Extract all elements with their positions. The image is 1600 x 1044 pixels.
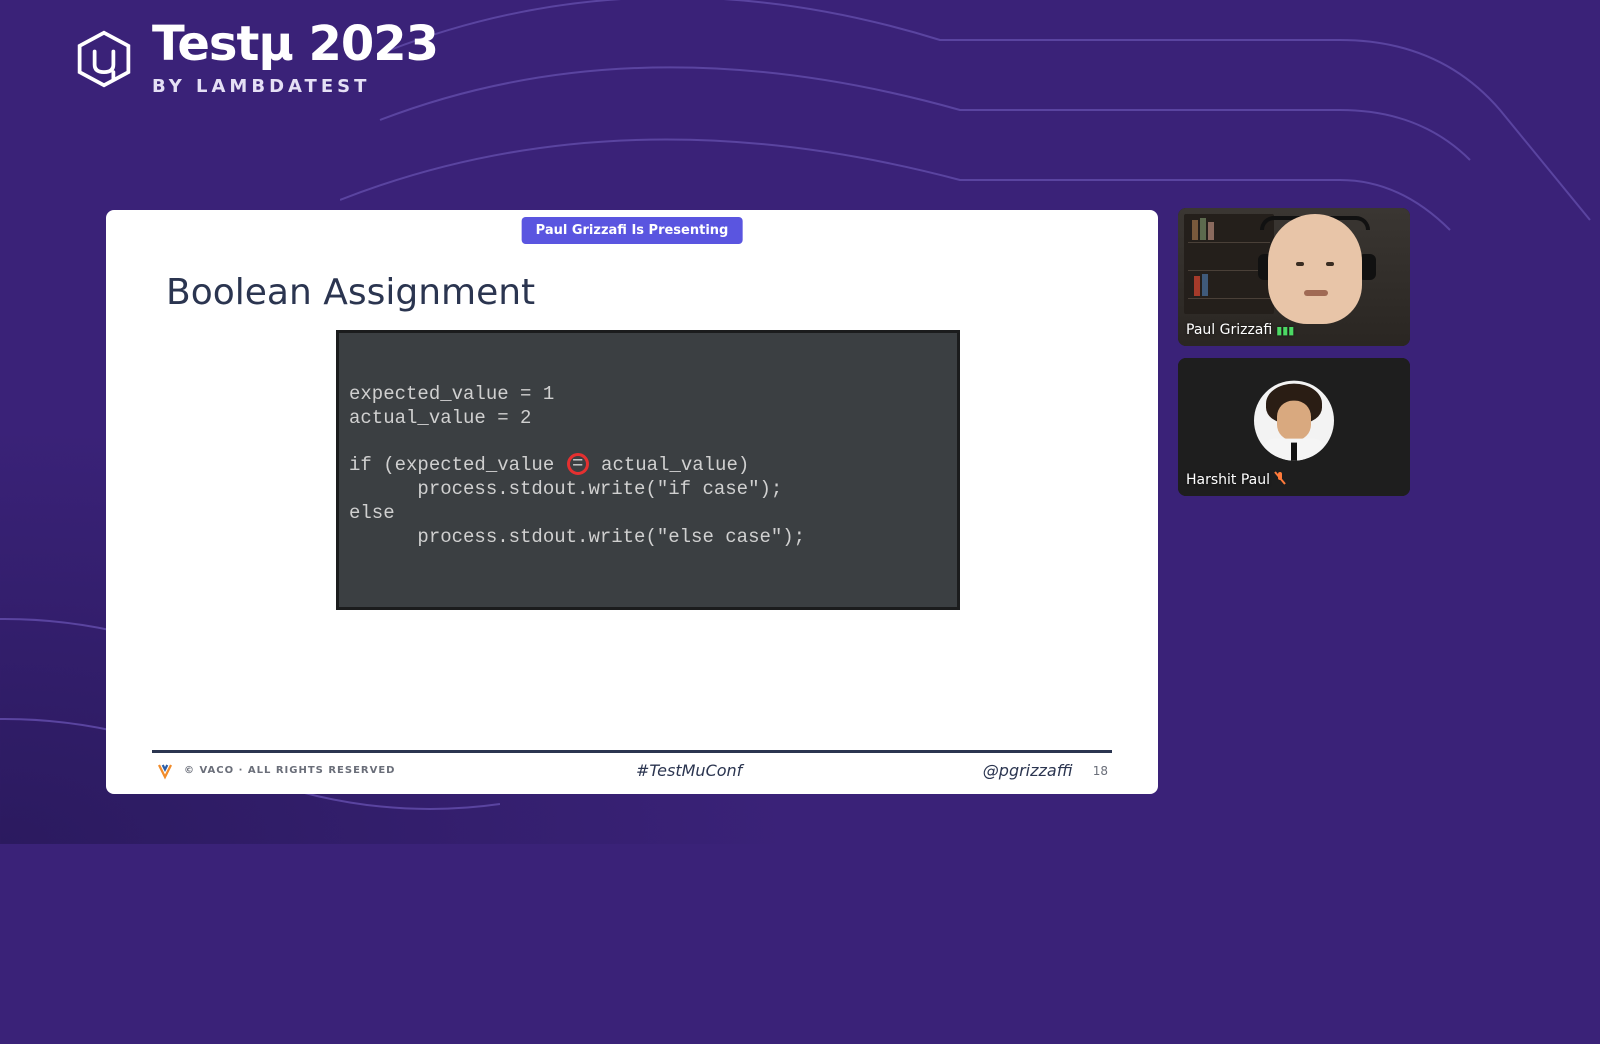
footer-handle: @pgrizzaffi (983, 761, 1073, 780)
slide-title: Boolean Assignment (166, 272, 535, 313)
code-block: expected_value = 1 actual_value = 2 if (… (336, 330, 960, 610)
testmu-logo-icon (74, 29, 134, 89)
brand-title: Testμ 2023 (152, 20, 438, 68)
brand-subtitle: BY LAMBDATEST (152, 76, 438, 97)
footer-page-number: 18 (1093, 764, 1108, 778)
slide-footer: © VACO · ALL RIGHTS RESERVED #TestMuConf… (152, 750, 1112, 780)
participant-tile[interactable]: Harshit Paul (1178, 358, 1410, 496)
footer-hashtag: #TestMuConf (636, 761, 742, 780)
mic-muted-icon (1274, 471, 1286, 488)
footer-left: © VACO · ALL RIGHTS RESERVED (156, 762, 396, 780)
code-line-5: else (349, 502, 395, 524)
presenter-name: Paul Grizzafi (1186, 322, 1272, 338)
footer-rule (152, 750, 1112, 753)
signal-icon: ▮▮▮ (1276, 324, 1294, 337)
avatar (1254, 381, 1334, 461)
participant-name-label: Harshit Paul (1186, 471, 1286, 488)
code-line-2: actual_value = 2 (349, 407, 531, 429)
code-line-1: expected_value = 1 (349, 383, 554, 405)
brand-header: Testμ 2023 BY LAMBDATEST (74, 20, 438, 97)
footer-rights: © VACO · ALL RIGHTS RESERVED (184, 765, 396, 776)
highlight-circle-icon: = (567, 453, 589, 475)
code-line-4: process.stdout.write("if case"); (349, 478, 782, 500)
code-line-3b: actual_value) (590, 454, 750, 476)
presentation-slide: Paul Grizzafi Is Presenting Boolean Assi… (106, 210, 1158, 794)
participant-name-label: Paul Grizzafi ▮▮▮ (1186, 322, 1294, 338)
code-line-3a: if (expected_value (349, 454, 566, 476)
presenting-badge: Paul Grizzafi Is Presenting (522, 217, 743, 244)
code-line-6: process.stdout.write("else case"); (349, 526, 805, 548)
participant-name: Harshit Paul (1186, 472, 1270, 488)
vaco-logo-icon (156, 762, 174, 780)
participant-tile-presenter[interactable]: Paul Grizzafi ▮▮▮ (1178, 208, 1410, 346)
